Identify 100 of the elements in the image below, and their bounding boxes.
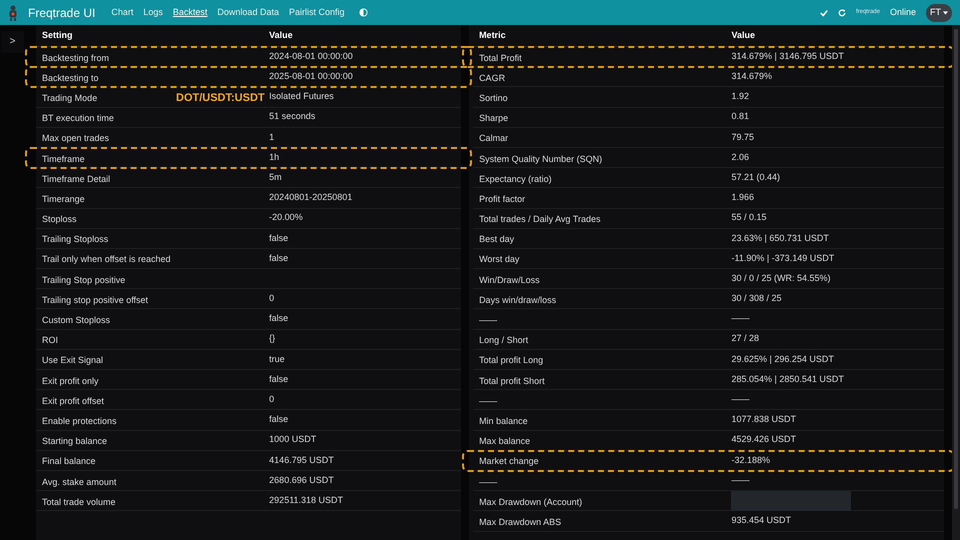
- table-cell-text: 1.966: [731, 191, 754, 204]
- table-cell-text: 285.054% | 2850.541 USDT: [731, 372, 844, 386]
- table-cell-text: 935.454 USDT: [731, 514, 792, 528]
- table-cell-text: false: [269, 232, 288, 245]
- table-cell: Total profit Long: [479, 355, 544, 366]
- table-cell-text: 2.06: [731, 150, 750, 164]
- column-header: Value: [269, 28, 293, 42]
- table-cell: Timeframe Detail: [42, 174, 110, 184]
- table-cell-text: 1077.838 USDT: [731, 413, 796, 426]
- table-cell-text: 1: [269, 130, 274, 144]
- nav-link[interactable]: Logs: [143, 6, 163, 20]
- table-cell-text: 1000 USDT: [269, 433, 316, 446]
- table-cell-text: 79.75: [731, 130, 754, 144]
- table-cell-text: 292511.318 USDT: [269, 494, 344, 507]
- table-cell: Total trade volume: [42, 496, 116, 507]
- table-cell: Trailing stop positive offset: [42, 294, 148, 305]
- table-cell-text: 4146.795 USDT: [269, 454, 334, 467]
- table-cell: Calmar: [479, 133, 508, 144]
- table-cell: Long / Short: [479, 335, 528, 346]
- table-cell: Min balance: [479, 416, 528, 426]
- table-cell: Trailing Stop positive: [42, 274, 126, 285]
- table-cell-text: 5m: [269, 170, 282, 184]
- table-cell-text: 27 / 28: [731, 332, 760, 346]
- table-cell: Max Drawdown ABS: [479, 516, 562, 527]
- table-cell: Market change: [479, 456, 539, 466]
- column-header: Metric: [479, 28, 507, 42]
- table-cell-text: 2024-08-01 00:00:00: [269, 50, 353, 63]
- table-cell: Best day: [479, 234, 514, 244]
- column-header: Setting: [42, 28, 74, 42]
- nav-link[interactable]: Chart: [111, 6, 134, 20]
- table-cell-text: 1.92: [731, 90, 750, 104]
- table-cell: Trading Mode: [42, 92, 98, 103]
- table-cell: ROI: [42, 335, 58, 346]
- table-cell: Trailing Stoploss: [42, 234, 108, 244]
- table-cell-text: 57.21 (0.44): [731, 170, 780, 184]
- table-cell-text: 55 / 0.15: [731, 211, 767, 224]
- table-cell-text: 2680.696 USDT: [269, 474, 334, 487]
- table-cell-text: 0.81: [731, 110, 750, 124]
- pair-annotation: DOT/USDT:USDT: [176, 91, 265, 106]
- nav-link[interactable]: Backtest: [172, 6, 208, 20]
- caret-icon: [943, 10, 948, 14]
- table-cell-text: ——: [731, 393, 750, 406]
- table-cell: Timerange: [42, 194, 85, 204]
- table-cell-text: true: [269, 352, 285, 366]
- table-cell-text: 29.625% | 296.254 USDT: [731, 352, 834, 366]
- brand-title[interactable]: Freqtrade UI: [28, 4, 96, 22]
- table-cell: Timeframe: [42, 154, 85, 164]
- table-cell-text: 2025-08-01 00:00:00: [269, 70, 353, 84]
- sidebar-toggle-button[interactable]: >: [1, 30, 24, 52]
- table-cell: System Quality Number (SQN): [479, 154, 602, 164]
- table-cell: Max balance: [479, 436, 530, 446]
- table-cell-text: 0: [269, 393, 274, 406]
- table-cell-text: 51 seconds: [269, 110, 316, 124]
- table-cell-text: ——: [731, 474, 750, 487]
- table-cell-text: Isolated Futures: [269, 90, 334, 104]
- table-cell-text: -20.00%: [269, 211, 303, 224]
- nav-link[interactable]: Pairlist Config: [288, 6, 344, 20]
- refresh-icon[interactable]: [838, 8, 846, 16]
- table-cell: BT execution time: [42, 113, 114, 124]
- table-cell: ——: [479, 315, 498, 326]
- table-cell: Total profit Short: [479, 376, 545, 386]
- table-cell: Expectancy (ratio): [479, 174, 552, 184]
- table-cell-text: 314.679%: [731, 70, 772, 84]
- table-cell: Worst day: [479, 254, 520, 264]
- table-cell: Sharpe: [479, 113, 508, 124]
- table-cell: Starting balance: [42, 436, 108, 446]
- table-cell: ——: [479, 396, 498, 406]
- table-cell-text: false: [269, 413, 288, 426]
- table-cell-text: 30 / 0 / 25 (WR: 54.55%): [731, 272, 831, 285]
- table-cell: Use Exit Signal: [42, 355, 104, 366]
- avatar-menu-button[interactable]: FT: [926, 4, 952, 22]
- table-cell: Total trades / Daily Avg Trades: [479, 214, 600, 224]
- nav-link[interactable]: Download Data: [217, 6, 279, 20]
- check-icon[interactable]: [820, 8, 828, 16]
- table-cell-text: 23.63% | 650.731 USDT: [731, 232, 829, 245]
- table-cell: Exit profit offset: [42, 396, 104, 406]
- table-cell-text: 20240801-20250801: [269, 191, 352, 204]
- table-cell-text: -11.90% | -373.149 USDT: [731, 252, 834, 265]
- table-cell: Win/Draw/Loss: [479, 274, 540, 285]
- table-cell: Avg. stake amount: [42, 476, 116, 487]
- table-cell: Final balance: [42, 456, 96, 466]
- scrollbar[interactable]: [952, 25, 960, 540]
- table-cell-text: ——: [731, 312, 750, 326]
- table-cell-text: false: [269, 372, 288, 386]
- table-cell: Custom Stoploss: [42, 315, 110, 326]
- table-cell: Trail only when offset is reached: [42, 254, 171, 264]
- table-cell-text: false: [269, 312, 288, 326]
- table-cell-text: {}: [269, 332, 276, 346]
- table-cell: Max open trades: [42, 133, 110, 144]
- table-cell: Days win/draw/loss: [479, 294, 556, 305]
- table-cell: Stoploss: [42, 214, 77, 224]
- theme-toggle-icon[interactable]: [358, 8, 368, 17]
- robot-logo-icon: [8, 4, 18, 20]
- table-cell-text: -32.188%: [731, 454, 770, 467]
- table-cell: Enable protections: [42, 416, 117, 426]
- table-cell-text: 30 / 308 / 25: [731, 292, 782, 306]
- table-cell: Backtesting from: [42, 52, 110, 63]
- table-cell: ——: [479, 476, 498, 487]
- table-cell-text: false: [269, 252, 288, 265]
- table-cell: CAGR: [479, 72, 506, 83]
